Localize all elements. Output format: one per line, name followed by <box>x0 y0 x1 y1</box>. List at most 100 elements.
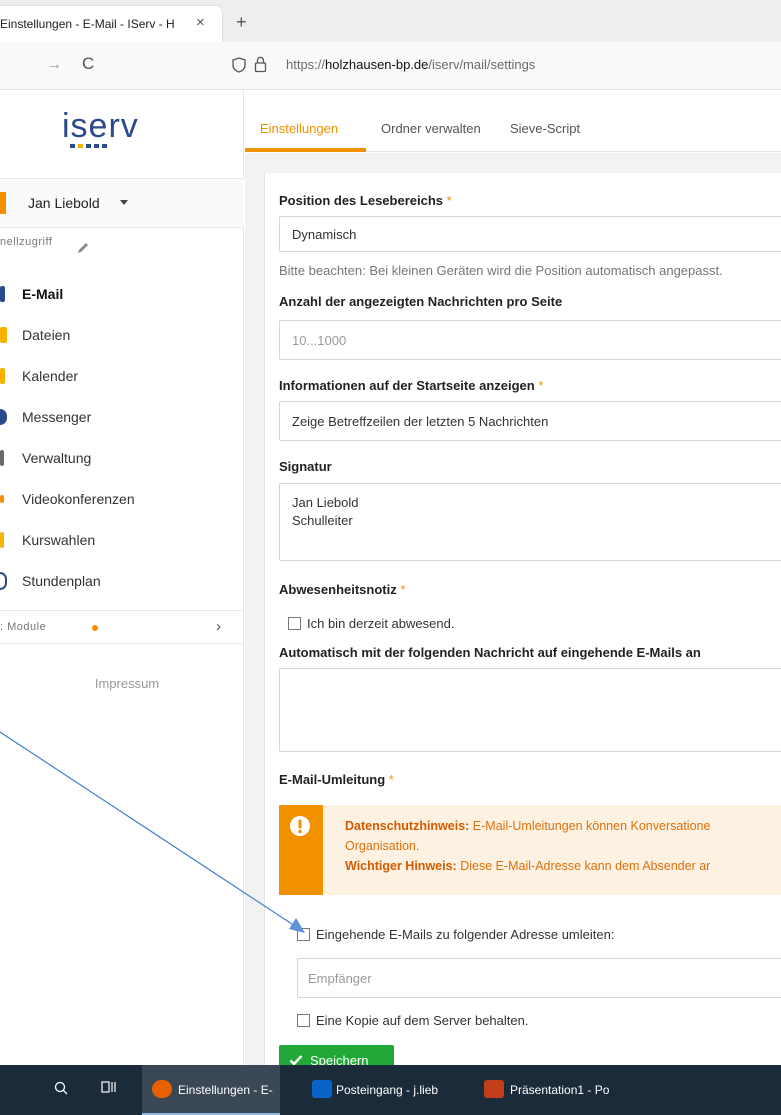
taskbar-item-label: Einstellungen - E- <box>178 1083 273 1097</box>
reading-pane-value: Dynamisch <box>292 227 357 242</box>
startpage-info-value: Zeige Betreffzeilen der letzten 5 Nachri… <box>292 414 549 429</box>
alert-important-note: Wichtiger Hinweis: Diese E-Mail-Adresse … <box>345 859 711 873</box>
lock-icon[interactable] <box>254 56 267 73</box>
search-icon[interactable] <box>54 1081 68 1095</box>
modules-toggle[interactable]: : Module › <box>0 610 244 644</box>
outlook-icon <box>312 1080 332 1098</box>
recipient-placeholder: Empfänger <box>308 971 372 986</box>
quick-access-label: nellzugriff <box>0 236 53 248</box>
firefox-icon <box>152 1080 172 1098</box>
absence-checkbox[interactable] <box>288 617 301 630</box>
signature-text: Jan Liebold Schulleiter <box>292 495 359 528</box>
browser-tab-bar: Einstellungen - E-Mail - IServ - H × + <box>0 0 781 42</box>
startpage-info-select[interactable]: Zeige Betreffzeilen der letzten 5 Nachri… <box>279 401 781 441</box>
tab-sieve-script[interactable]: Sieve-Script <box>510 121 580 136</box>
sidebar-item-dateien[interactable]: Dateien <box>0 321 244 349</box>
url-domain: holzhausen-bp.de <box>325 57 429 72</box>
sidebar-item-messenger[interactable]: Messenger <box>0 403 244 431</box>
sidebar-item-stundenplan[interactable]: Stundenplan <box>0 567 244 595</box>
user-menu[interactable]: Jan Liebold <box>0 178 244 228</box>
settings-form: Position des Lesebereichs * Dynamisch Bi… <box>264 173 781 1077</box>
signature-label: Signatur <box>279 459 332 474</box>
tab-ordner-verwalten[interactable]: Ordner verwalten <box>381 121 481 136</box>
avatar <box>0 192 6 214</box>
taskbar-item-label: Präsentation1 - Po <box>510 1083 610 1097</box>
sidebar-item-label: E-Mail <box>22 286 64 302</box>
mail-icon <box>0 286 5 302</box>
alert-body: Datenschutzhinweis: E-Mail-Umleitungen k… <box>323 805 781 895</box>
sidebar-item-videokonferenzen[interactable]: Videokonferenzen <box>0 485 244 513</box>
notification-dot <box>92 625 98 631</box>
task-view-icon[interactable] <box>100 1079 120 1097</box>
video-icon <box>0 495 4 503</box>
sidebar: iserv Jan Liebold nellzugriff E-Mail Dat… <box>0 90 244 1065</box>
pencil-icon[interactable] <box>76 241 90 255</box>
tab-einstellungen[interactable]: Einstellungen <box>260 121 338 136</box>
taskbar-item-firefox[interactable]: Einstellungen - E- <box>142 1065 280 1115</box>
url-prefix: https:// <box>286 57 326 72</box>
timetable-icon <box>0 572 7 590</box>
keep-copy-checkbox[interactable] <box>297 1014 310 1027</box>
sidebar-item-label: Messenger <box>22 409 92 425</box>
taskbar: Einstellungen - E- Posteingang - j.lieb … <box>0 1065 781 1115</box>
taskbar-item-label: Posteingang - j.lieb <box>336 1083 439 1097</box>
startpage-info-label: Informationen auf der Startseite anzeige… <box>279 378 544 393</box>
auto-reply-label: Automatisch mit der folgenden Nachricht … <box>279 645 701 660</box>
messages-per-page-label: Anzahl der angezeigten Nachrichten pro S… <box>279 294 563 309</box>
reading-pane-select[interactable]: Dynamisch <box>279 216 781 252</box>
messages-per-page-placeholder: 10...1000 <box>292 333 347 348</box>
sidebar-item-kalender[interactable]: Kalender <box>0 362 244 390</box>
calendar-icon <box>0 368 5 384</box>
powerpoint-icon <box>484 1080 504 1098</box>
signature-textarea[interactable]: Jan Liebold Schulleiter <box>279 483 781 561</box>
sidebar-item-email[interactable]: E-Mail <box>0 280 244 308</box>
sidebar-item-label: Kurswahlen <box>22 532 96 548</box>
forward-checkbox[interactable] <box>297 928 310 941</box>
alert-icon-area <box>279 805 323 895</box>
user-name: Jan Liebold <box>28 195 100 211</box>
sidebar-item-label: Verwaltung <box>22 450 92 466</box>
exclamation-icon <box>290 816 310 836</box>
forward-icon[interactable]: → <box>46 56 62 74</box>
recipient-input[interactable]: Empfänger <box>297 958 781 998</box>
keep-copy-checkbox-label: Eine Kopie auf dem Server behalten. <box>316 1013 529 1028</box>
svg-text:iserv: iserv <box>62 107 139 145</box>
admin-icon <box>0 450 4 466</box>
folder-icon <box>0 327 7 343</box>
reading-pane-help: Bitte beachten: Bei kleinen Geräten wird… <box>279 263 723 278</box>
auto-reply-textarea[interactable] <box>279 668 781 752</box>
browser-nav-bar: → C https://holzhausen-bp.de/iserv/mail/… <box>0 42 781 90</box>
sidebar-item-label: Dateien <box>22 327 71 343</box>
iserv-logo: iserv <box>62 107 139 148</box>
privacy-alert: Datenschutzhinweis: E-Mail-Umleitungen k… <box>279 805 781 895</box>
sidebar-item-label: Videokonferenzen <box>22 491 135 507</box>
browser-tab[interactable]: Einstellungen - E-Mail - IServ - H × <box>0 6 222 42</box>
reload-icon[interactable]: C <box>82 54 94 74</box>
sidebar-item-kurswahlen[interactable]: Kurswahlen <box>0 526 244 554</box>
absence-label: Abwesenheitsnotiz * <box>279 582 406 597</box>
active-tab-indicator <box>245 148 366 152</box>
shield-icon[interactable] <box>232 57 246 73</box>
absence-checkbox-label: Ich bin derzeit abwesend. <box>307 616 455 631</box>
sidebar-item-label: Stundenplan <box>22 573 101 589</box>
settings-tabs: Einstellungen Ordner verwalten Sieve-Scr… <box>245 90 781 152</box>
reading-pane-label: Position des Lesebereichs * <box>279 193 452 208</box>
course-icon <box>0 532 4 548</box>
caret-down-icon <box>120 200 128 205</box>
messages-per-page-input[interactable]: 10...1000 <box>279 320 781 360</box>
sidebar-item-label: Kalender <box>22 368 79 384</box>
address-bar[interactable]: https://holzhausen-bp.de/iserv/mail/sett… <box>286 57 535 72</box>
close-tab-icon[interactable]: × <box>196 14 205 31</box>
alert-privacy-note: Datenschutzhinweis: E-Mail-Umleitungen k… <box>345 819 711 833</box>
impressum-link[interactable]: Impressum <box>0 676 244 691</box>
browser-tab-title: Einstellungen - E-Mail - IServ - H <box>0 17 175 31</box>
taskbar-item-powerpoint[interactable]: Präsentation1 - Po <box>478 1065 628 1115</box>
new-tab-icon[interactable]: + <box>236 13 247 31</box>
messenger-icon <box>0 409 7 425</box>
alert-organisation-text: Organisation. <box>345 839 420 853</box>
chevron-right-icon: › <box>216 618 221 635</box>
sidebar-item-verwaltung[interactable]: Verwaltung <box>0 444 244 472</box>
taskbar-item-outlook[interactable]: Posteingang - j.lieb <box>306 1065 456 1115</box>
url-path: /iserv/mail/settings <box>428 57 536 72</box>
modules-label: : Module <box>0 621 47 633</box>
